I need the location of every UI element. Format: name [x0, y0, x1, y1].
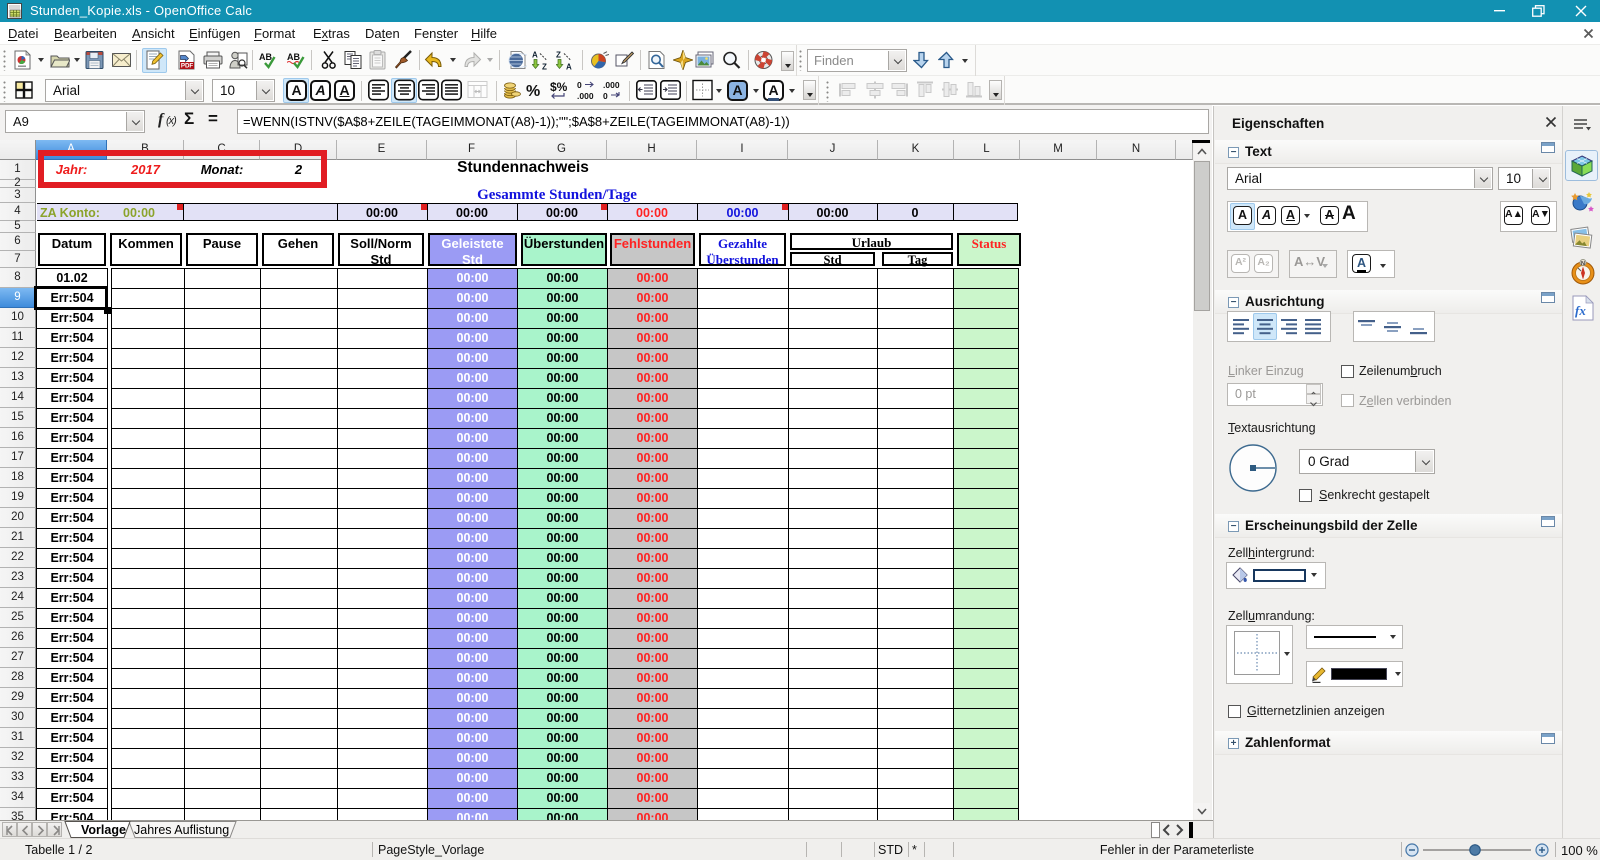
- svg-text:.000: .000: [603, 80, 620, 90]
- svg-text:A: A: [566, 63, 572, 70]
- svg-text:AB: AB: [259, 52, 272, 62]
- svg-text:0: 0: [603, 91, 608, 100]
- svg-text:%: %: [526, 83, 540, 98]
- svg-text:Z: Z: [556, 51, 561, 60]
- svg-text:Vorlage: Vorlage: [81, 823, 126, 837]
- svg-text:N: N: [1581, 261, 1585, 267]
- svg-text:$%: $%: [550, 80, 568, 94]
- svg-text:.000: .000: [577, 91, 594, 100]
- svg-text:Jahres Auflistung: Jahres Auflistung: [134, 823, 229, 837]
- svg-text:AB: AB: [287, 52, 300, 62]
- svg-text:Z: Z: [542, 63, 547, 70]
- svg-text:fx: fx: [1575, 303, 1586, 318]
- svg-text:A: A: [532, 51, 538, 60]
- svg-text:PDF: PDF: [181, 63, 194, 70]
- svg-text:0: 0: [577, 80, 582, 90]
